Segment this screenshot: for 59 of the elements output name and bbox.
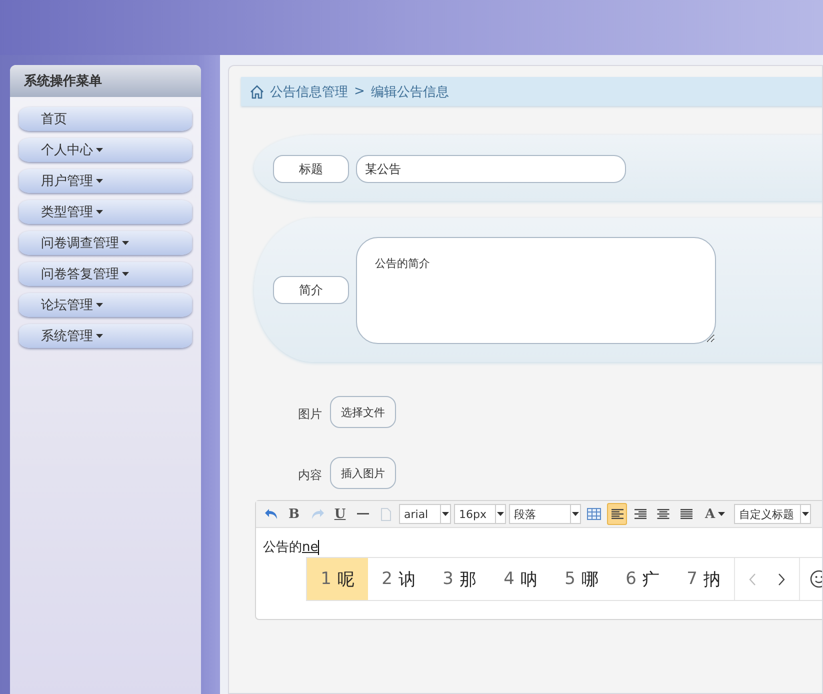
align-left-icon (610, 508, 624, 520)
align-left-button[interactable] (607, 503, 627, 525)
ime-candidate[interactable]: 4 呐 (490, 558, 551, 600)
caret-icon (96, 210, 103, 214)
menu-item[interactable]: 用户管理 (19, 169, 192, 193)
field-label: 内容 (298, 467, 322, 484)
title-input[interactable]: 某公告 (356, 155, 626, 183)
field-label: 标题 (273, 155, 349, 183)
insert-image-button[interactable]: 插入图片 (330, 457, 396, 489)
font-color-button[interactable]: A (699, 502, 731, 526)
caret-icon (96, 148, 103, 152)
dropdown-select[interactable]: arial (399, 504, 451, 524)
caret-icon (122, 241, 129, 245)
redo-icon (310, 508, 324, 520)
breadcrumb-separator: > (354, 84, 365, 99)
choose-file-button[interactable]: 选择文件 (330, 396, 396, 428)
breadcrumb-current: 编辑公告信息 (370, 84, 449, 100)
ime-candidate[interactable]: 3 那 (429, 558, 490, 600)
align-center-icon (656, 508, 670, 520)
caret-icon (572, 512, 579, 516)
ime-candidate[interactable]: 6 疒 (612, 558, 673, 600)
ime-candidate[interactable]: 5 哪 (551, 558, 612, 600)
dropdown-select[interactable]: 16px (454, 504, 506, 524)
underline-button[interactable]: U (330, 503, 350, 525)
menu-item[interactable]: 问卷答复管理 (19, 262, 192, 286)
bold-button[interactable]: B (284, 503, 304, 525)
menu-item[interactable]: 个人中心 (19, 138, 192, 162)
document-icon (381, 508, 391, 520)
menu-item[interactable]: 论坛管理 (19, 293, 192, 317)
ime-candidate[interactable]: 1 呢 (307, 558, 368, 600)
undo-icon (264, 508, 278, 520)
rich-text-editor[interactable]: B U arial 16px 段落 A 自定义标题 公告的ne 1 呢 2 讷 3 那 4 呐 5 哪 6 疒 7 抐 (255, 500, 822, 620)
menu-item[interactable]: 问卷调查管理 (19, 231, 192, 255)
justify-icon (680, 508, 692, 520)
caret-icon (497, 512, 504, 516)
next-icon[interactable] (778, 572, 785, 586)
menu-item[interactable]: 首页 (19, 107, 192, 131)
menu-item[interactable]: 系统管理 (19, 324, 192, 348)
home-icon (250, 84, 264, 98)
caret-icon (96, 179, 103, 183)
sidebar-title: 系统操作菜单 (10, 65, 201, 97)
caret-icon (122, 272, 129, 276)
align-right-icon (634, 508, 646, 520)
dropdown-select[interactable]: 自定义标题 (734, 504, 811, 524)
caret-icon (442, 512, 449, 516)
field-label: 图片 (298, 406, 322, 423)
ime-candidate[interactable]: 2 讷 (368, 558, 429, 600)
summary-textarea[interactable]: 公告的简介 (356, 236, 716, 344)
caret-icon (718, 512, 726, 516)
table-icon (587, 508, 601, 520)
breadcrumb-link[interactable]: 公告信息管理 (270, 82, 348, 100)
ime-candidate[interactable]: 7 抐 (673, 558, 734, 600)
horizontal-rule-icon (357, 513, 369, 515)
menu-item[interactable]: 类型管理 (19, 200, 192, 224)
field-label: 简介 (273, 276, 349, 304)
caret-icon (96, 334, 103, 338)
dropdown-select[interactable]: 段落 (509, 504, 581, 524)
caret-icon (96, 303, 103, 307)
caret-icon (802, 512, 809, 516)
